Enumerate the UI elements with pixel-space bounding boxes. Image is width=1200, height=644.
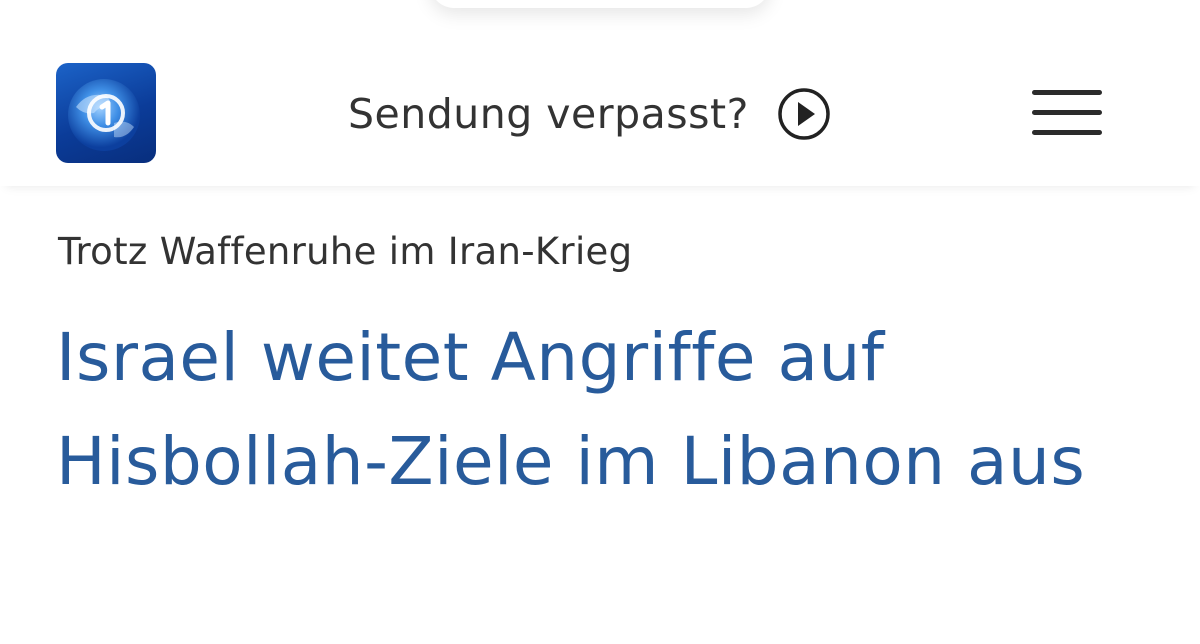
play-circle-icon: [777, 87, 831, 141]
missed-show-label: Sendung verpasst?: [348, 90, 749, 138]
menu-bar: [1032, 130, 1102, 135]
tagesschau-logo-icon[interactable]: [56, 63, 156, 163]
article-headline[interactable]: Israel weitet Angriffe auf Hisbollah-Zie…: [56, 306, 1166, 514]
menu-bar: [1032, 110, 1102, 115]
top-pill: [430, 0, 770, 8]
page: Sendung verpasst? Trotz Waffenruhe im Ir…: [0, 0, 1200, 644]
missed-show-link[interactable]: Sendung verpasst?: [348, 84, 831, 144]
menu-bar: [1032, 90, 1102, 95]
article-kicker: Trotz Waffenruhe im Iran-Krieg: [58, 230, 633, 273]
hamburger-menu-icon[interactable]: [1032, 86, 1102, 140]
